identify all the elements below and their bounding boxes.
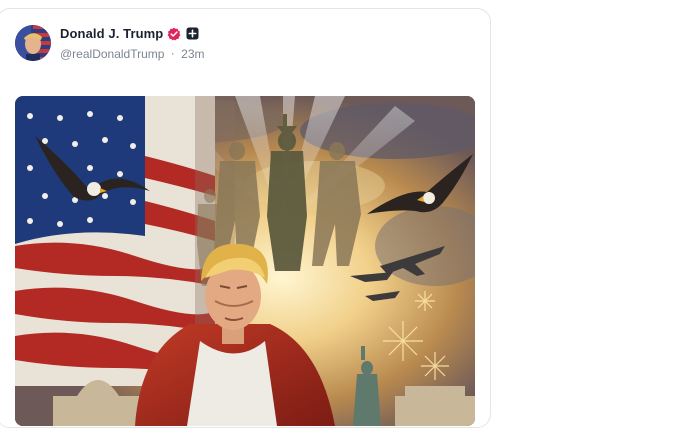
painting-image: [15, 96, 475, 426]
meta-row: @realDonaldTrump · 23m: [60, 46, 204, 62]
plus-square-icon[interactable]: [186, 27, 199, 40]
avatar-image: [15, 25, 51, 61]
author-block: Donald J. Trump @realDonaldTrump · 23m: [60, 25, 204, 62]
name-row: Donald J. Trump: [60, 25, 204, 43]
post-timestamp[interactable]: 23m: [181, 46, 204, 60]
post-header: Donald J. Trump @realDonaldTrump · 23m: [15, 23, 204, 63]
meta-separator: ·: [170, 46, 175, 61]
post-card[interactable]: Donald J. Trump @realDonaldTrump · 23m: [0, 8, 491, 428]
avatar[interactable]: [15, 25, 51, 61]
post-media-image[interactable]: [15, 96, 475, 426]
author-handle[interactable]: @realDonaldTrump: [60, 46, 164, 60]
verified-check-icon: [167, 27, 181, 41]
author-display-name[interactable]: Donald J. Trump: [60, 26, 163, 41]
